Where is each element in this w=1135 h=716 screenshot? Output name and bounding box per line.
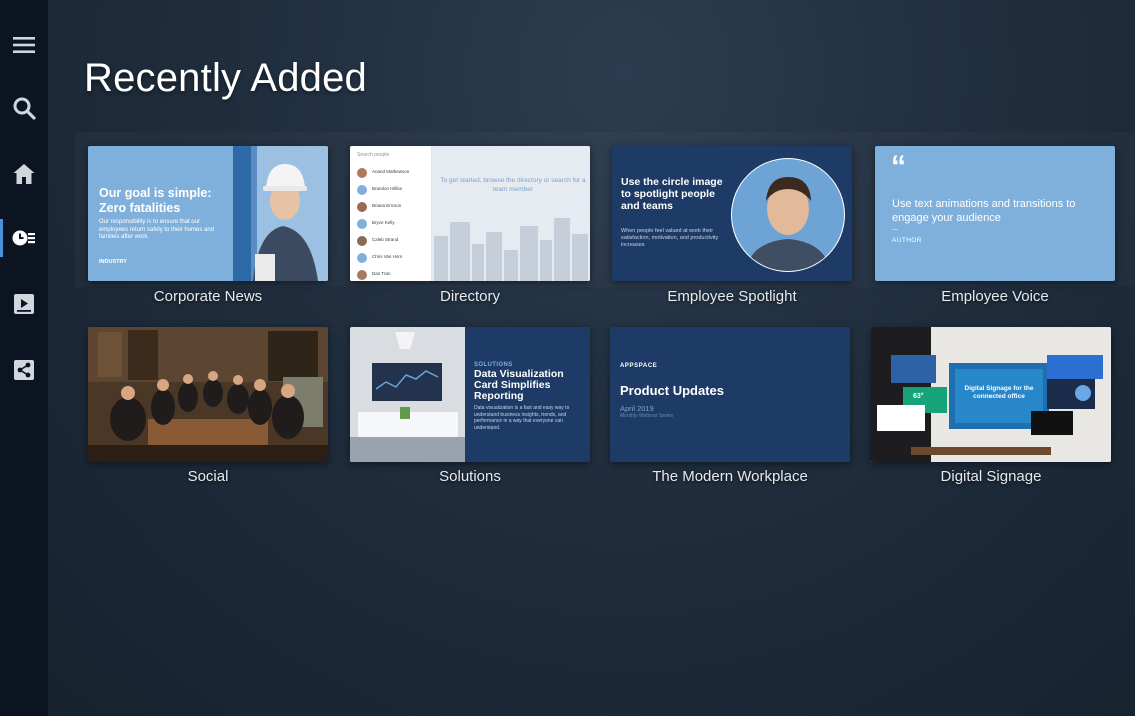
directory-main: To get started, browse the directory or …: [432, 146, 590, 281]
recent-button[interactable]: [0, 215, 48, 261]
person-name: Bryce Kelly: [372, 220, 395, 225]
directory-list: Search people Anand Mathewson Brandon Hil…: [350, 146, 432, 281]
person-name: Briana Ericson: [372, 203, 402, 208]
thumb-headline: Product Updates: [620, 383, 725, 398]
home-button[interactable]: [0, 151, 48, 197]
thumb-body: When people feel valued at work their sa…: [621, 228, 719, 248]
thumb-body: Data visualization is a fast and easy wa…: [474, 405, 570, 431]
sidebar: [0, 0, 48, 716]
search-button[interactable]: [0, 85, 48, 131]
card-label: The Modern Workplace: [652, 468, 808, 485]
person-name: Chris Van Horn: [372, 254, 403, 259]
thumb-date: April 2019: [620, 404, 654, 413]
thumb-body: Our responsibility is to ensure that our…: [99, 219, 215, 240]
thumb-headline: Use text animations and transitions to e…: [892, 198, 1076, 224]
card-digital-signage[interactable]: Digital Signage for the connected office…: [871, 327, 1111, 462]
person-name: Brandon Hilliss: [372, 186, 403, 191]
thumb-headline: Use the circle image to spotlight people…: [621, 176, 723, 212]
directory-person: Brandon Hilliss: [357, 185, 429, 197]
playlist-button[interactable]: [0, 281, 48, 327]
thumb-dash: —: [892, 227, 898, 233]
worker-illustration: [233, 146, 328, 281]
card-employee-spotlight[interactable]: Use the circle image to spotlight people…: [612, 146, 852, 281]
thumb-headline-2: Zero fatalities: [99, 201, 181, 215]
card-modern-workplace[interactable]: APPSPACE Product Updates April 2019 Mont…: [610, 327, 850, 462]
person-avatar: [357, 270, 367, 280]
person-name: Dan Tran: [372, 271, 391, 276]
directory-person: Caleb Strand: [357, 236, 429, 248]
meeting-room-photo: [350, 327, 465, 462]
person-name: Anand Mathewson: [372, 169, 410, 174]
directory-person: Chris Van Horn: [357, 253, 429, 265]
menu-button[interactable]: [0, 22, 48, 68]
person-avatar: [357, 202, 367, 212]
thumb-headline: Digital Signage for the connected office: [964, 385, 1034, 400]
directory-person: Bryce Kelly: [357, 219, 429, 231]
thumb-author: AUTHOR: [892, 237, 922, 244]
quote-icon: “: [891, 150, 906, 183]
card-social[interactable]: [88, 327, 328, 462]
city-skyline-icon: [434, 218, 588, 281]
person-avatar: [357, 185, 367, 195]
directory-person: Dan Tran: [357, 270, 429, 281]
card-label: Corporate News: [153, 288, 263, 305]
social-group-photo: [88, 327, 328, 462]
thumb-temp: 63°: [913, 393, 924, 400]
spotlight-portrait: [731, 158, 845, 272]
page-title: Recently Added: [84, 56, 367, 100]
person-name: Caleb Strand: [372, 237, 399, 242]
card-label: Directory: [439, 288, 500, 305]
card-label: Social: [187, 468, 229, 485]
thumb-headline: Data Visualization Card Simplifies Repor…: [474, 368, 564, 402]
card-label: Employee Spotlight: [667, 288, 797, 305]
card-corporate-news[interactable]: Our goal is simple: Zero fatalities Our …: [88, 146, 328, 281]
home-icon: [13, 164, 35, 184]
person-avatar: [357, 168, 367, 178]
directory-prompt: To get started, browse the directory or …: [440, 177, 586, 193]
card-employee-voice[interactable]: “ Use text animations and transitions to…: [875, 146, 1115, 281]
directory-search: Search people: [357, 152, 390, 158]
card-label: Employee Voice: [941, 288, 1049, 305]
directory-person: Briana Ericson: [357, 202, 429, 214]
card-directory[interactable]: Search people Anand Mathewson Brandon Hil…: [350, 146, 590, 281]
card-label: Solutions: [439, 468, 501, 485]
card-solutions[interactable]: SOLUTIONS Data Visualization Card Simpli…: [350, 327, 590, 462]
thumb-logo: INDUSTRY: [99, 259, 127, 265]
appspace-logo: APPSPACE: [620, 363, 658, 369]
thumb-photo-worker: [233, 146, 328, 281]
share-icon: [14, 360, 34, 380]
share-button[interactable]: [0, 347, 48, 393]
person-avatar: [357, 219, 367, 229]
person-avatar: [357, 253, 367, 263]
thumb-sub: Monthly Webinar Series: [620, 413, 673, 419]
recent-icon: [12, 230, 35, 246]
directory-person: Anand Mathewson: [357, 168, 429, 180]
menu-icon: [13, 37, 35, 53]
playlist-icon: [14, 294, 34, 314]
search-icon: [13, 97, 36, 120]
card-label: Digital Signage: [940, 468, 1042, 485]
thumb-headline-1: Our goal is simple:: [99, 186, 212, 200]
person-avatar: [357, 236, 367, 246]
thumb-text-panel: Our goal is simple: Zero fatalities Our …: [88, 146, 233, 281]
